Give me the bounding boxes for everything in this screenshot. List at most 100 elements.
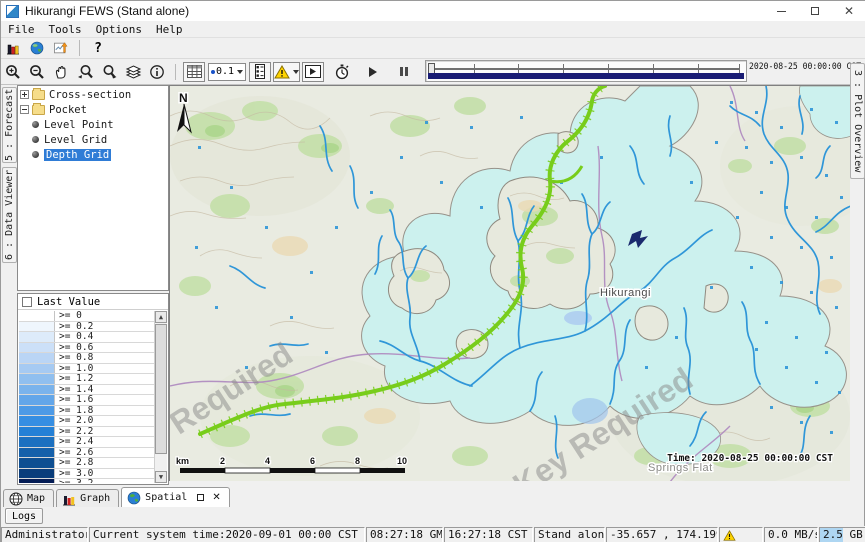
filter-panel: Cross-section Pocket Level Point Level G…: [17, 85, 169, 484]
thresholds-dropdown-button[interactable]: [273, 62, 300, 82]
legend-row[interactable]: >= 2.8: [19, 458, 154, 469]
svg-text:8: 8: [355, 456, 360, 466]
zoom-in-button[interactable]: [2, 62, 24, 82]
tab-data-viewer[interactable]: 6 : Data Viewer: [2, 167, 17, 263]
svg-text:2: 2: [220, 456, 225, 466]
legend-header: Last Value: [18, 294, 168, 310]
map-viewport[interactable]: API Key Required API Key Required N Hiku…: [169, 85, 850, 481]
help-button[interactable]: ?: [87, 38, 109, 58]
pause-button[interactable]: [393, 62, 415, 82]
tree-item-pocket[interactable]: Pocket: [18, 103, 168, 116]
color-swatch: [19, 437, 55, 447]
menu-tools[interactable]: Tools: [42, 22, 89, 37]
node-bullet-icon: [32, 151, 39, 158]
legend-row[interactable]: >= 1.6: [19, 395, 154, 406]
scroll-up-button[interactable]: ▲: [155, 311, 167, 323]
layers-button[interactable]: [122, 62, 144, 82]
animation-settings-button[interactable]: [331, 62, 353, 82]
current-date-display: 2020-08-25 00:00:00 CST: [749, 62, 853, 72]
color-swatch: [19, 479, 55, 483]
zoom-in-icon: [5, 64, 21, 80]
timeline-period-bar: [428, 73, 744, 79]
legend-row[interactable]: >= 3.2: [19, 479, 154, 483]
zoom-previous-button[interactable]: [74, 62, 96, 82]
folder-icon: [32, 90, 45, 100]
legend-row[interactable]: >= 0.8: [19, 353, 154, 364]
close-button[interactable]: ✕: [832, 1, 865, 21]
expand-icon[interactable]: [20, 90, 29, 99]
legend-row[interactable]: >= 2.0: [19, 416, 154, 427]
legend-row[interactable]: >= 0: [19, 311, 154, 322]
timeseries-import-button[interactable]: [50, 38, 72, 58]
menu-file[interactable]: File: [1, 22, 42, 37]
color-swatch: [19, 395, 55, 405]
tree-item-cross-section[interactable]: Cross-section: [18, 88, 168, 101]
tab-close-icon[interactable]: ✕: [212, 492, 220, 503]
zoom-next-button[interactable]: [98, 62, 120, 82]
filmstrip-icon: [254, 64, 266, 79]
legend-row[interactable]: >= 1.2: [19, 374, 154, 385]
tab-map[interactable]: Map: [3, 489, 54, 507]
minimize-icon: [777, 11, 786, 12]
tab-plot-overview[interactable]: 3 : Plot Overview: [850, 63, 865, 179]
color-swatch: [19, 427, 55, 437]
zoom-next-icon: [101, 64, 118, 80]
play-button[interactable]: [362, 62, 384, 82]
database-viewer-button[interactable]: [2, 38, 24, 58]
info-button[interactable]: [146, 62, 168, 82]
minimize-button[interactable]: [764, 1, 798, 21]
scroll-down-button[interactable]: ▼: [155, 471, 167, 483]
legend-scrollbar[interactable]: ▲ ▼: [154, 311, 167, 483]
globe-icon: [127, 491, 141, 505]
zoom-out-button[interactable]: [26, 62, 48, 82]
color-swatch: [19, 374, 55, 384]
spatial-display-button[interactable]: [26, 38, 48, 58]
window-title: Hikurangi FEWS (Stand alone): [25, 4, 189, 18]
tree-item-level-point[interactable]: Level Point: [18, 118, 168, 131]
bar-chart-icon: [6, 41, 20, 55]
color-swatch: [19, 458, 55, 468]
tree-item-depth-grid[interactable]: Depth Grid: [18, 148, 168, 161]
menu-help[interactable]: Help: [149, 22, 190, 37]
maximize-button[interactable]: [798, 1, 832, 21]
scale-bar-segments: [180, 468, 405, 473]
svg-text:4: 4: [265, 456, 270, 466]
tab-graph[interactable]: Graph: [56, 489, 119, 507]
status-alerts[interactable]: [719, 527, 763, 542]
animation-display-button[interactable]: [302, 62, 324, 82]
color-swatch: [19, 385, 55, 395]
tab-forecast[interactable]: 5 : Forecast: [2, 87, 17, 163]
grid-display-button[interactable]: [183, 62, 205, 82]
grid-icon: [187, 65, 202, 78]
status-bar: Administrator Current system time:2020-0…: [1, 526, 865, 542]
zoom-out-icon: [29, 64, 45, 80]
app-logo-icon: [6, 5, 19, 18]
color-swatch: [19, 343, 55, 353]
layers-icon: [125, 64, 142, 80]
wireframe-globe-icon: [9, 492, 23, 506]
legend-row[interactable]: >= 0.4: [19, 332, 154, 343]
color-swatch: [19, 332, 55, 342]
animation-frames-button[interactable]: [249, 62, 271, 82]
tab-maximize-icon[interactable]: [197, 494, 204, 501]
chevron-down-icon: [237, 70, 243, 74]
node-bullet-icon: [32, 136, 39, 143]
pan-button[interactable]: [50, 62, 72, 82]
timeline-slider[interactable]: [425, 60, 747, 82]
contour-interval-select[interactable]: 0.1: [208, 63, 246, 81]
menu-options[interactable]: Options: [89, 22, 149, 37]
svg-text:N: N: [179, 91, 188, 105]
play-icon: [369, 67, 377, 77]
tab-spatial[interactable]: Spatial ✕: [121, 487, 230, 507]
collapse-icon[interactable]: [20, 105, 29, 114]
pause-icon: [400, 67, 408, 76]
app-window: Hikurangi FEWS (Stand alone) ✕ File Tool…: [0, 0, 865, 542]
color-swatch: [19, 448, 55, 458]
hand-icon: [53, 64, 69, 80]
timeline-track[interactable]: [432, 68, 740, 70]
tree-item-level-grid[interactable]: Level Grid: [18, 133, 168, 146]
last-value-checkbox[interactable]: [22, 297, 32, 307]
legend-row[interactable]: >= 2.4: [19, 437, 154, 448]
logs-button[interactable]: Logs: [5, 508, 43, 524]
scroll-thumb[interactable]: [155, 324, 167, 454]
